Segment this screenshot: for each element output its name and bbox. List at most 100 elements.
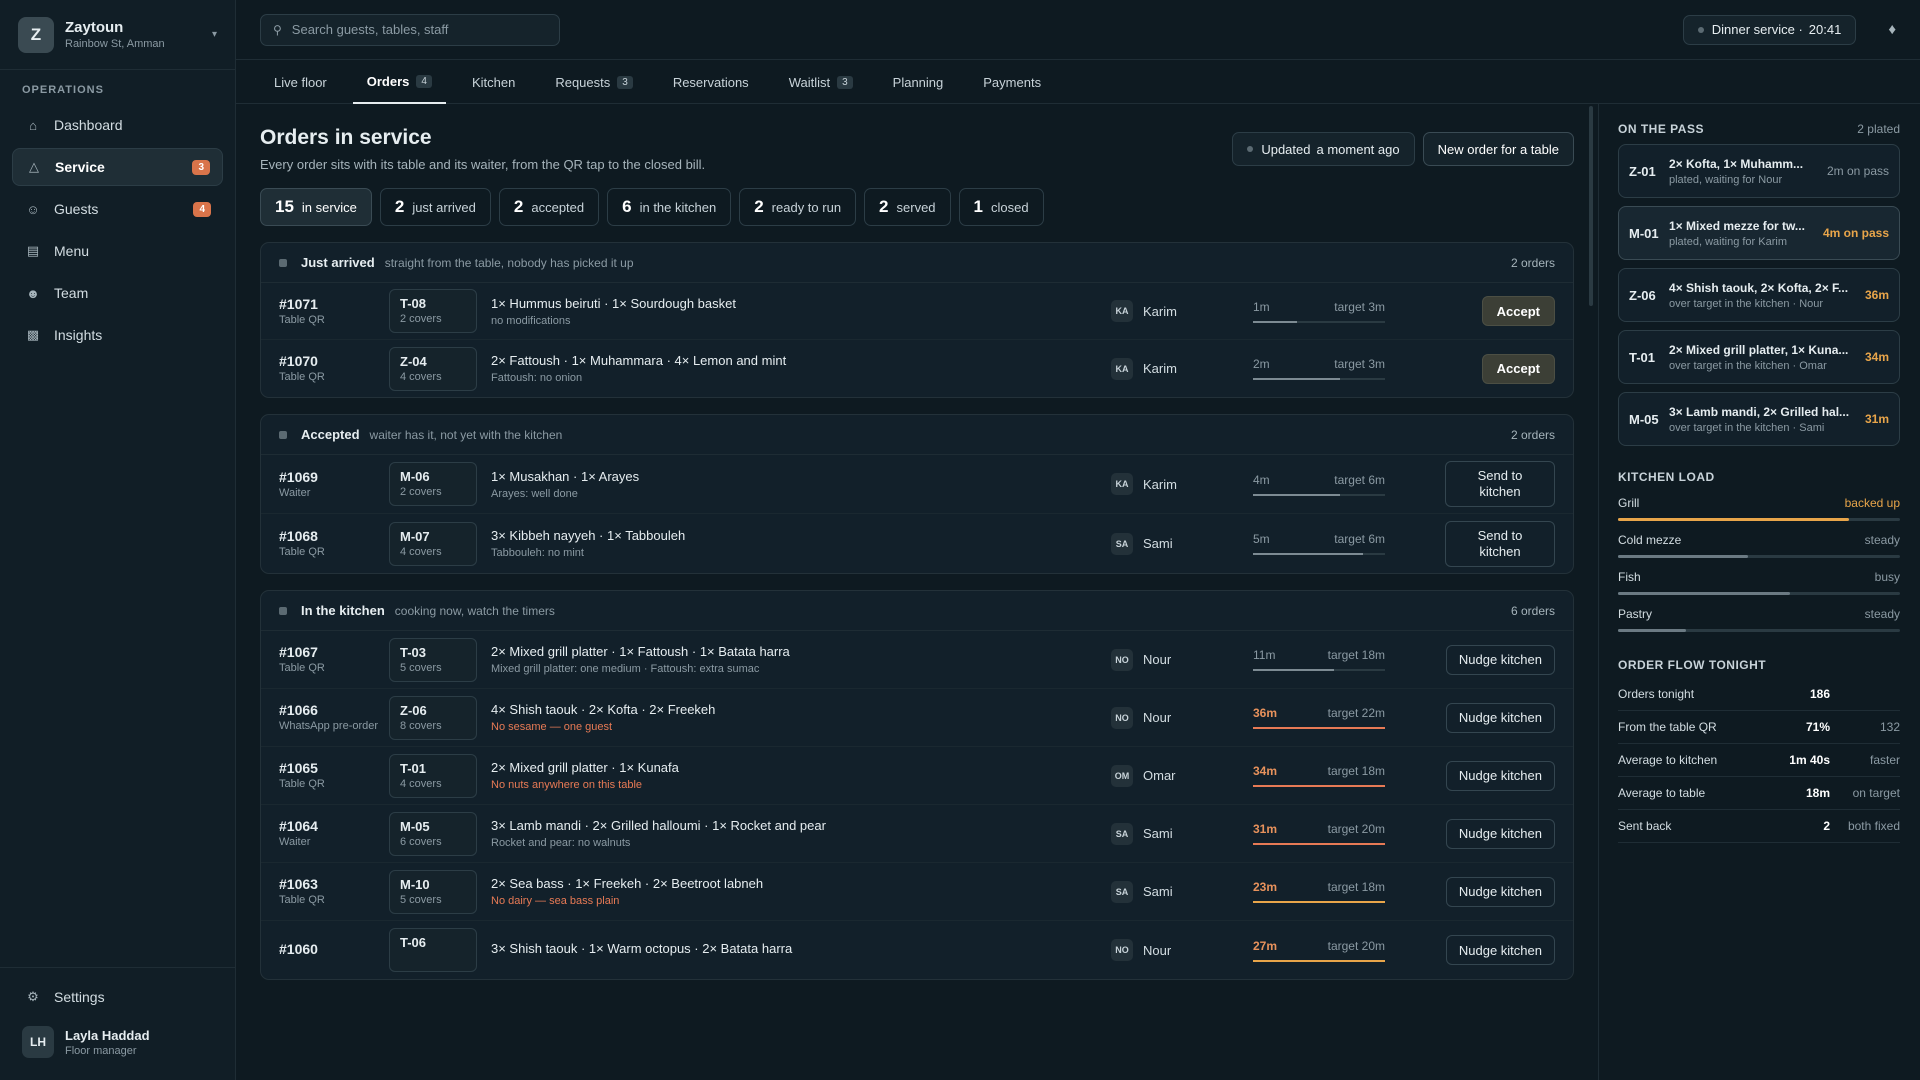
nudge-kitchen-button[interactable]: Nudge kitchen: [1445, 702, 1555, 733]
tab-orders[interactable]: Orders 4: [352, 60, 446, 104]
station-status: busy: [1874, 570, 1900, 584]
nudge-kitchen-button[interactable]: Nudge kitchen: [1445, 935, 1555, 965]
filter-label: accepted: [531, 199, 585, 215]
tab-payments[interactable]: Payments: [969, 60, 1055, 104]
brand-name: Zaytoun: [65, 19, 124, 36]
order-timer: 36m target 22m: [1253, 706, 1385, 729]
order-row[interactable]: #1063 Table QR M-10 5 covers 2× Sea bass · 1…: [261, 863, 1573, 921]
order-row[interactable]: #1068 Table QR M-07 4 covers 3× Kibbeh nayye…: [261, 514, 1573, 573]
tab-label: Requests: [555, 74, 611, 90]
user-profile[interactable]: LH Layla Haddad Floor manager: [0, 1026, 235, 1080]
filter-chip[interactable]: 15 in service: [260, 188, 372, 226]
timer-bar: [1253, 320, 1385, 323]
order-row[interactable]: #1065 Table QR T-01 4 covers 2× Mixed grill …: [261, 747, 1573, 805]
table-badge[interactable]: M-06 2 covers: [389, 462, 477, 506]
send-to-kitchen-button[interactable]: Send to kitchen: [1445, 520, 1555, 567]
sidebar-item-guests[interactable]: ☺ Guests 4: [12, 190, 223, 228]
tab-waitlist[interactable]: Waitlist 3: [775, 60, 867, 104]
accept-button[interactable]: Accept: [1481, 296, 1555, 326]
sidebar-item-settings[interactable]: ⚙ Settings: [0, 968, 235, 1026]
send-to-kitchen-button[interactable]: Send to kitchen: [1445, 461, 1555, 507]
sidebar-item-team[interactable]: ☻ Team: [12, 274, 223, 312]
elapsed-time: 23m: [1253, 880, 1278, 894]
brand-logo: Z: [18, 16, 54, 53]
sidebar-item-service[interactable]: △ Service 3: [12, 148, 223, 186]
order-row[interactable]: #1071 Table QR T-08 2 covers 1× Hummus beiru…: [261, 283, 1573, 340]
items-summary: 2× Mixed grill platter · 1× Kunafa: [491, 760, 679, 775]
waiter-cell: KA Karim: [1111, 357, 1253, 380]
filter-count: 2: [513, 197, 524, 216]
pass-card[interactable]: T-01 2× Mixed grill platter, 1× Kuna... ov…: [1618, 330, 1900, 384]
tab-requests[interactable]: Requests 3: [541, 60, 646, 104]
target-time: target 3m: [1334, 299, 1385, 314]
order-source: Table QR: [279, 662, 325, 674]
pass-card[interactable]: Z-01 2× Kofta, 1× Muhamm... plated, waitin…: [1618, 144, 1900, 198]
order-row[interactable]: #1067 Table QR T-03 5 covers 2× Mixed grill …: [261, 631, 1573, 689]
timer-bar: [1253, 785, 1385, 787]
tab-planning[interactable]: Planning: [879, 60, 958, 104]
sidebar-item-menu[interactable]: ▤ Menu: [12, 232, 223, 270]
order-group: Just arrived straight from the table, nob…: [260, 242, 1574, 398]
tab-kitchen[interactable]: Kitchen: [458, 60, 529, 104]
nudge-kitchen-button[interactable]: Nudge kitchen: [1445, 876, 1555, 907]
table-badge[interactable]: M-07 4 covers: [389, 521, 477, 566]
table-badge[interactable]: M-10 5 covers: [389, 869, 477, 914]
tab-live-floor[interactable]: Live floor: [260, 60, 341, 104]
filter-chip[interactable]: 1 closed: [958, 188, 1044, 226]
filter-count: 2: [879, 197, 889, 216]
scrollbar[interactable]: [1589, 106, 1593, 306]
table-badge[interactable]: Z-06 8 covers: [389, 695, 477, 740]
nudge-kitchen-button[interactable]: Nudge kitchen: [1445, 818, 1555, 849]
order-row[interactable]: #1066 WhatsApp pre-order Z-06 8 covers 4× Sh…: [261, 689, 1573, 747]
filter-chip[interactable]: 2 accepted: [498, 188, 600, 226]
search-input[interactable]: [291, 22, 532, 37]
table-badge[interactable]: M-05 6 covers: [389, 811, 477, 856]
action-cell: Nudge kitchen: [1445, 818, 1555, 849]
items-summary: 2× Sea bass · 1× Freekeh · 2× Beetroot l…: [491, 876, 764, 891]
pass-card[interactable]: M-05 3× Lamb mandi, 2× Grilled hal... over…: [1618, 392, 1900, 446]
table-badge[interactable]: T-03 5 covers: [389, 637, 477, 682]
sidebar-badge: 3: [192, 159, 210, 175]
tab-label: Live floor: [274, 74, 327, 90]
station-status: steady: [1864, 607, 1900, 621]
filter-chip[interactable]: 2 just arrived: [379, 188, 491, 226]
order-row[interactable]: #1060 T-06 3× Shish taouk · 1× Warm octopu…: [261, 921, 1573, 979]
table-badge[interactable]: Z-04 4 covers: [389, 346, 477, 391]
order-number: #1065: [279, 760, 318, 776]
sidebar-item-insights[interactable]: ▩ Insights: [12, 316, 223, 354]
tab-label: Orders: [366, 73, 410, 89]
filter-chip[interactable]: 2 ready to run: [739, 188, 857, 226]
pass-table: T-01: [1629, 349, 1656, 365]
accept-button[interactable]: Accept: [1481, 353, 1555, 384]
table-covers: 4 covers: [400, 370, 442, 383]
waiter-cell: NO Nour: [1111, 648, 1253, 671]
team-icon: ☻: [26, 285, 40, 301]
bell-icon[interactable]: ♦: [1888, 21, 1896, 38]
order-row[interactable]: #1070 Table QR Z-04 4 covers 2× Fattoush · 1…: [261, 340, 1573, 397]
nudge-kitchen-button[interactable]: Nudge kitchen: [1445, 760, 1555, 791]
service-time: 20:41: [1808, 22, 1842, 37]
flow-label: Sent back: [1618, 819, 1672, 833]
table-badge[interactable]: T-06: [389, 928, 477, 972]
pass-card[interactable]: Z-06 4× Shish taouk, 2× Kofta, 2× F... ove…: [1618, 268, 1900, 322]
waiter-avatar: OM: [1111, 764, 1133, 787]
order-row[interactable]: #1069 Waiter M-06 2 covers 1× Musakhan · 1× …: [261, 455, 1573, 514]
order-row[interactable]: #1064 Waiter M-05 6 covers 3× Lamb mandi · 2…: [261, 805, 1573, 863]
order-number: #1060: [279, 941, 318, 957]
filter-chip[interactable]: 2 served: [864, 188, 951, 226]
tab-reservations[interactable]: Reservations: [659, 60, 763, 104]
service-status[interactable]: Dinner service · 20:41: [1682, 14, 1857, 45]
table-badge[interactable]: T-01 4 covers: [389, 753, 477, 798]
pass-card[interactable]: M-01 1× Mixed mezze for tw... plated, wait…: [1618, 206, 1900, 260]
filter-chip[interactable]: 6 in the kitchen: [607, 188, 732, 226]
station-load-fill: [1618, 518, 1850, 521]
brand-switcher[interactable]: Z Zaytoun Rainbow St, Amman ▾: [0, 0, 235, 70]
table-badge[interactable]: T-08 2 covers: [389, 289, 477, 333]
nudge-kitchen-button[interactable]: Nudge kitchen: [1445, 644, 1555, 675]
sidebar-item-dashboard[interactable]: ⌂ Dashboard: [12, 106, 223, 144]
status-square-icon: [279, 430, 287, 439]
timer-labels: 27m target 20m: [1253, 939, 1385, 953]
chevron-down-icon[interactable]: ▾: [212, 29, 217, 40]
new-order-button[interactable]: New order for a table: [1422, 132, 1574, 166]
search-box[interactable]: ⚲: [260, 13, 560, 46]
